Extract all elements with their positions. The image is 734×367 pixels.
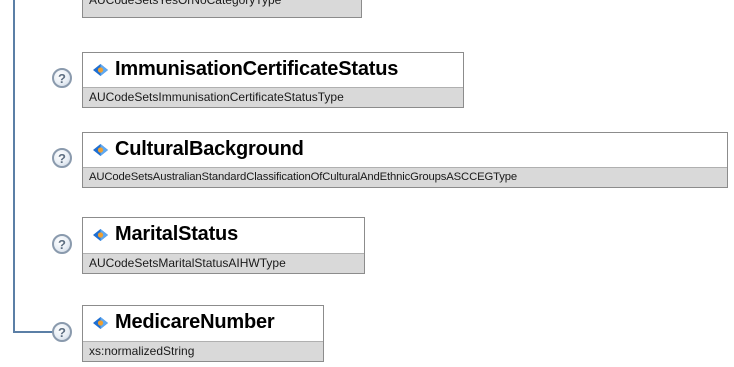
element-type: AUCodeSetsAustralianStandardClassificati…	[83, 167, 727, 187]
question-mark-icon[interactable]: ?	[52, 322, 72, 342]
element-name: MedicareNumber	[115, 311, 275, 333]
element-box-partial[interactable]: AUCodeSetsYesOrNoCategoryType	[82, 0, 362, 18]
element-type: AUCodeSetsYesOrNoCategoryType	[89, 0, 282, 7]
question-mark-icon[interactable]: ?	[52, 68, 72, 88]
element-box-marital-status[interactable]: MaritalStatus AUCodeSetsMaritalStatusAIH…	[82, 217, 365, 274]
element-header: MedicareNumber	[83, 306, 323, 339]
element-header: MaritalStatus	[83, 218, 364, 251]
element-name: CulturalBackground	[115, 138, 304, 160]
element-diamond-icon	[93, 63, 108, 76]
element-diamond-icon	[93, 143, 108, 156]
element-box-immunisation-certificate-status[interactable]: ImmunisationCertificateStatus AUCodeSets…	[82, 52, 464, 108]
element-diamond-icon	[93, 228, 108, 241]
element-box-cultural-background[interactable]: CulturalBackground AUCodeSetsAustralianS…	[82, 132, 728, 188]
element-header: CulturalBackground	[83, 133, 727, 166]
question-mark-icon[interactable]: ?	[52, 148, 72, 168]
tree-connector-vertical	[13, 0, 15, 333]
element-type: xs:normalizedString	[83, 341, 323, 361]
element-type: AUCodeSetsMaritalStatusAIHWType	[83, 253, 364, 273]
element-name: MaritalStatus	[115, 223, 238, 245]
element-header: ImmunisationCertificateStatus	[83, 53, 463, 86]
element-box-medicare-number[interactable]: MedicareNumber xs:normalizedString	[82, 305, 324, 362]
element-type: AUCodeSetsImmunisationCertificateStatusT…	[83, 87, 463, 107]
tree-connector-horizontal	[13, 331, 53, 333]
element-diamond-icon	[93, 316, 108, 329]
question-mark-icon[interactable]: ?	[52, 234, 72, 254]
element-name: ImmunisationCertificateStatus	[115, 58, 399, 80]
